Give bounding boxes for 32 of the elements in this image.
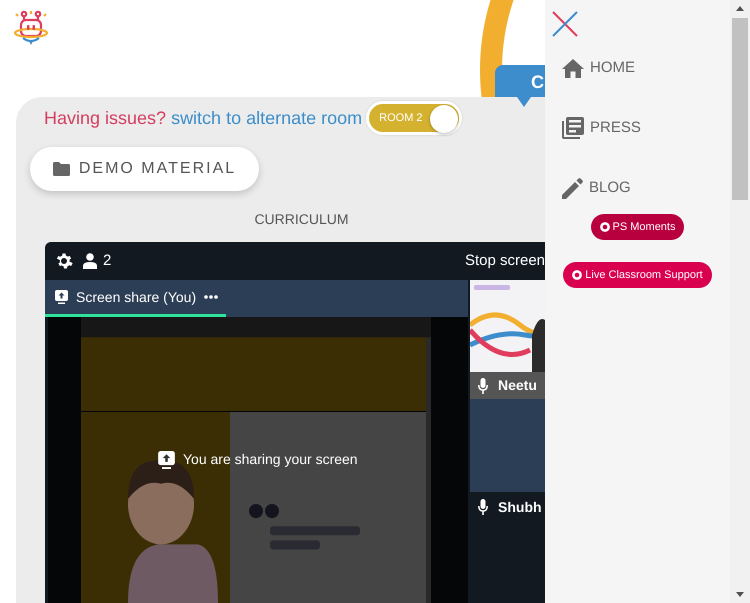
- newspaper-icon: [562, 117, 584, 139]
- issue-prompt: Having issues?: [44, 106, 166, 130]
- stop-screen-button[interactable]: Stop screen: [464, 250, 545, 272]
- nav-item[interactable]: PRESS: [562, 98, 730, 158]
- home-icon: [562, 58, 584, 78]
- settings-icon[interactable]: [55, 252, 73, 270]
- person-icon[interactable]: [83, 253, 97, 269]
- screen-share-icon: [158, 450, 175, 468]
- pencil-icon: [562, 178, 583, 198]
- microphone-icon: [478, 378, 488, 394]
- participant-name: Shubh: [498, 498, 542, 516]
- participant-name: Neetu: [498, 376, 537, 395]
- sharing-notice: You are sharing your screen: [183, 450, 358, 469]
- screen-share-icon: [55, 290, 68, 304]
- microphone-icon: [478, 499, 488, 515]
- close-button[interactable]: [551, 10, 579, 38]
- robot-logo-icon[interactable]: [13, 10, 49, 46]
- scroll-up-arrow-icon[interactable]: [735, 4, 745, 14]
- participant-count: 2: [103, 250, 112, 271]
- support-button[interactable]: PS Moments: [590, 214, 684, 240]
- scrollbar-thumb[interactable]: [732, 18, 748, 200]
- nav-item[interactable]: HOME: [562, 38, 730, 98]
- alternate-room-link[interactable]: switch to alternate room: [171, 104, 362, 132]
- scroll-down-arrow-icon[interactable]: [735, 589, 745, 599]
- section-title: CURRICULUM: [253, 210, 350, 229]
- lifebuoy-icon: [600, 222, 610, 232]
- demo-material-button[interactable]: DEMO MATERIAL: [30, 147, 259, 191]
- support-button[interactable]: Live Classroom Support: [563, 262, 712, 288]
- lifebuoy-icon: [572, 270, 582, 280]
- folder-icon: [52, 162, 70, 176]
- callout-pointer-icon: [517, 97, 531, 107]
- more-icon[interactable]: [204, 295, 218, 299]
